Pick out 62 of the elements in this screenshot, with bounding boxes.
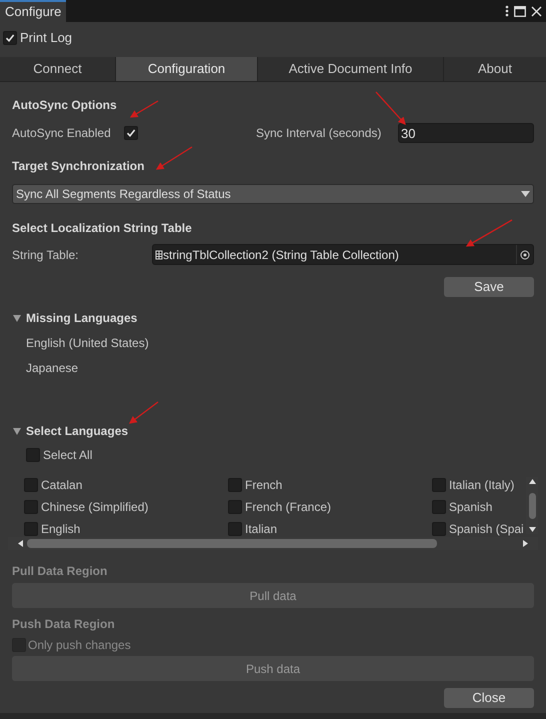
number-field[interactable]: 30	[398, 123, 534, 143]
checkbox[interactable]	[124, 126, 138, 140]
close-icon[interactable]	[531, 6, 542, 16]
field-label: AutoSync Enabled	[12, 125, 112, 142]
annotation-arrow	[466, 219, 512, 247]
checkbox-label: Spanish	[449, 499, 492, 516]
section-heading: Push Data Region	[12, 616, 115, 633]
checkbox-label: Catalan	[41, 477, 82, 494]
save-button[interactable]: Save	[444, 277, 534, 297]
checkbox[interactable]	[432, 500, 446, 514]
scroll-left-icon[interactable]	[18, 540, 23, 547]
checkbox-label: French	[245, 477, 282, 494]
tab[interactable]: Configuration	[115, 57, 257, 81]
checkbox[interactable]	[432, 522, 446, 536]
section-heading: Missing Languages	[26, 310, 138, 327]
language-name: English (United States)	[26, 335, 150, 352]
checkbox[interactable]	[228, 500, 242, 514]
field-label: Sync Interval (seconds)	[256, 125, 382, 142]
maximize-icon[interactable]	[514, 6, 526, 16]
scroll-right-icon[interactable]	[523, 540, 528, 547]
section-heading: AutoSync Options	[12, 97, 117, 114]
annotation-arrow	[128, 401, 158, 424]
annotation-arrow	[376, 92, 406, 125]
tab[interactable]: Active Document Info	[257, 57, 443, 81]
checkbox-label: Italian (Italy)	[449, 477, 514, 494]
expanded-arrow-icon[interactable]	[12, 426, 21, 436]
section-heading: Select Localization String Table	[12, 220, 192, 237]
window-tab[interactable]: Configure	[0, 0, 66, 22]
checkbox[interactable]	[228, 478, 242, 492]
checkbox[interactable]	[432, 478, 446, 492]
field-label: String Table:	[12, 246, 80, 264]
checkbox-label: Only push changes	[28, 637, 131, 654]
section-heading: Pull Data Region	[12, 563, 108, 580]
checkbox-label: Print Log	[20, 29, 72, 48]
checkbox-label: Italian	[245, 521, 278, 538]
language-name: Japanese	[26, 360, 80, 377]
checkbox[interactable]	[24, 522, 38, 536]
tab[interactable]: Connect	[0, 57, 115, 81]
object-field[interactable]: stringTblCollection2 (String Table Collection)	[152, 244, 534, 265]
annotation-arrow	[156, 146, 192, 170]
checkbox-label: French (France)	[245, 499, 332, 516]
section-heading: Target Synchronization	[12, 158, 144, 175]
checkbox-label: Select All	[43, 447, 92, 464]
checkbox-label: Spanish (Spai	[449, 521, 524, 538]
section-heading: Select Languages	[26, 423, 128, 440]
scroll-down-icon[interactable]	[528, 527, 536, 532]
more-icon[interactable]	[505, 5, 509, 17]
annotation-arrow	[130, 100, 158, 118]
table-icon	[155, 250, 163, 260]
checkbox[interactable]	[228, 522, 242, 536]
checkbox-label: English	[41, 521, 80, 538]
close-button[interactable]: Close	[444, 688, 534, 708]
scroll-up-icon[interactable]	[528, 479, 536, 484]
checkbox[interactable]	[26, 448, 40, 462]
checkbox[interactable]	[3, 31, 17, 45]
checkbox-label: Chinese (Simplified)	[41, 499, 148, 516]
tab[interactable]: About	[443, 57, 546, 81]
expanded-arrow-icon[interactable]	[12, 314, 21, 322]
caret-icon	[521, 191, 530, 197]
checkbox[interactable]	[24, 478, 38, 492]
checkbox[interactable]	[24, 500, 38, 514]
dropdown[interactable]: Sync All Segments Regardless of Status	[12, 184, 534, 204]
